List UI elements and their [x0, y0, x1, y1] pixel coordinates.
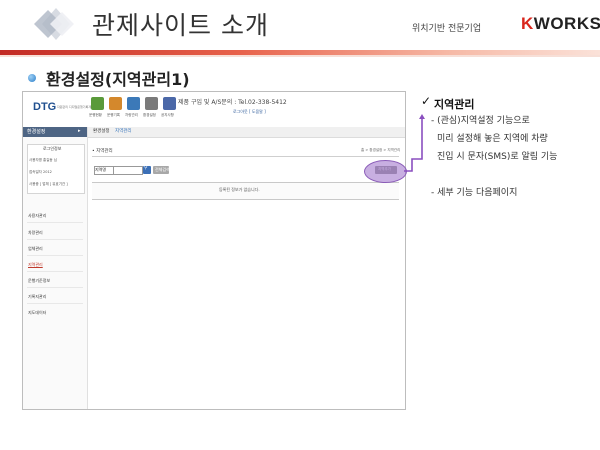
connector-arrow — [404, 114, 425, 172]
note-line: 진입 시 문자(SMS)로 알림 기능 — [437, 152, 558, 162]
note-line: 미리 설정해 놓은 지역에 차량 — [437, 134, 548, 144]
notes-heading: 지역관리 — [434, 98, 475, 111]
checkmark-icon: ✓ — [421, 94, 432, 108]
note-line: - 세부 기능 다음페이지 — [431, 188, 518, 198]
note-line: - (관심)지역설정 기능으로 — [431, 116, 530, 126]
